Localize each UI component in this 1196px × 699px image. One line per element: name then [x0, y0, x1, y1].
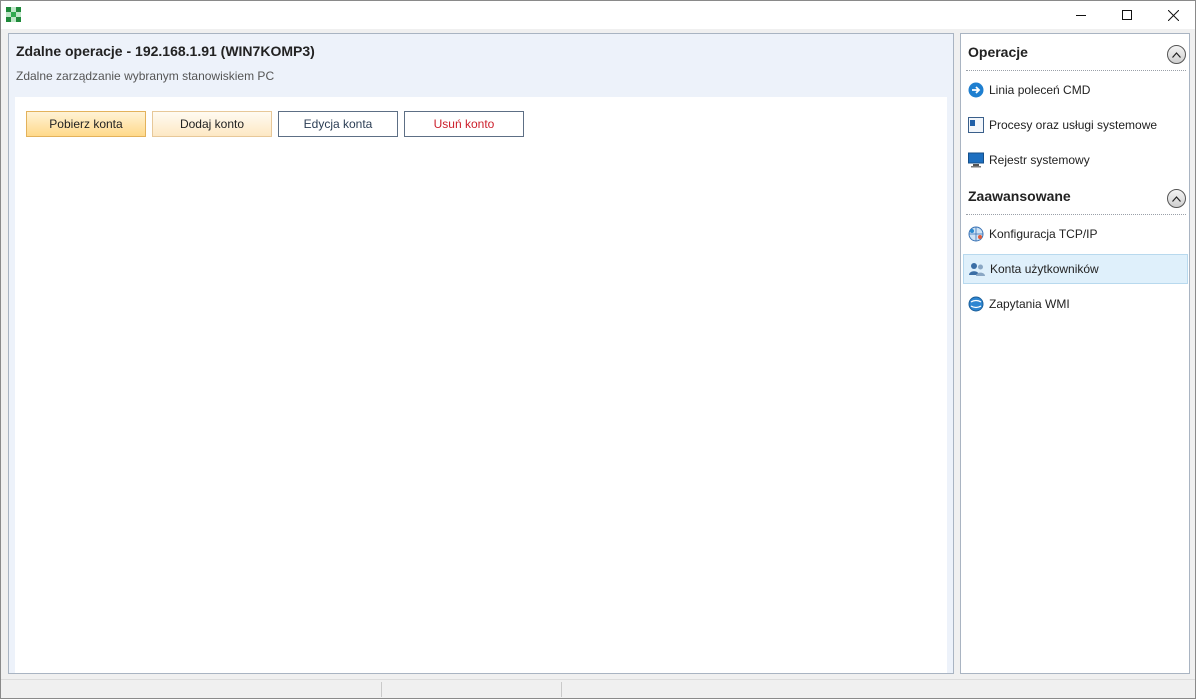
section-divider	[966, 214, 1186, 215]
status-separator	[561, 682, 562, 697]
sidebar-item-label: Rejestr systemowy	[989, 153, 1090, 167]
chevron-up-icon	[1172, 51, 1181, 58]
content-area	[9, 97, 953, 673]
minimize-button[interactable]	[1058, 1, 1104, 29]
collapse-button[interactable]	[1167, 189, 1186, 208]
close-button[interactable]	[1150, 1, 1196, 29]
minimize-icon	[1076, 15, 1086, 16]
main-header: Zdalne operacje - 192.168.1.91 (WIN7KOMP…	[9, 34, 953, 97]
edit-account-button[interactable]: Edycja konta	[278, 111, 398, 137]
section-operacje-header[interactable]: Operacje	[961, 34, 1189, 71]
sidebar-item-wmi[interactable]: Zapytania WMI	[963, 289, 1188, 319]
network-globe-icon	[967, 226, 984, 243]
sidebar-item-registry[interactable]: Rejestr systemowy	[963, 145, 1188, 175]
add-account-button[interactable]: Dodaj konto	[152, 111, 272, 137]
app-logo-icon	[6, 7, 21, 22]
sidebar-item-label: Linia poleceń CMD	[989, 83, 1091, 97]
section-title: Zaawansowane	[968, 188, 1071, 204]
page-title: Zdalne operacje - 192.168.1.91 (WIN7KOMP…	[16, 43, 315, 59]
app-window: Zdalne operacje - 192.168.1.91 (WIN7KOMP…	[0, 0, 1196, 699]
monitor-icon	[967, 152, 984, 169]
section-zaawansowane-header[interactable]: Zaawansowane	[961, 178, 1189, 215]
close-icon	[1167, 9, 1179, 21]
status-bar	[1, 679, 1195, 698]
collapse-button[interactable]	[1167, 45, 1186, 64]
sidebar-item-cmd[interactable]: Linia poleceń CMD	[963, 75, 1188, 105]
sidebar-item-label: Zapytania WMI	[989, 297, 1070, 311]
sidebar-item-label: Konfiguracja TCP/IP	[989, 227, 1098, 241]
sidebar-item-label: Konta użytkowników	[990, 262, 1099, 276]
section-divider	[966, 70, 1186, 71]
sidebar-item-user-accounts[interactable]: Konta użytkowników	[963, 254, 1188, 284]
delete-account-button[interactable]: Usuń konto	[404, 111, 524, 137]
title-bar[interactable]	[1, 1, 1195, 29]
status-separator	[381, 682, 382, 697]
maximize-icon	[1122, 10, 1132, 20]
process-window-icon	[967, 117, 984, 134]
page-subtitle: Zdalne zarządzanie wybranym stanowiskiem…	[16, 69, 275, 83]
sidebar-item-label: Procesy oraz usługi systemowe	[989, 118, 1158, 132]
arrow-right-icon	[967, 82, 984, 99]
users-icon	[968, 261, 985, 278]
main-panel: Zdalne operacje - 192.168.1.91 (WIN7KOMP…	[8, 33, 954, 674]
get-accounts-button[interactable]: Pobierz konta	[26, 111, 146, 137]
maximize-button[interactable]	[1104, 1, 1150, 29]
section-title: Operacje	[968, 44, 1028, 60]
sidebar-item-tcpip[interactable]: Konfiguracja TCP/IP	[963, 219, 1188, 249]
side-panel: Operacje Linia poleceń CMD Procesy oraz …	[960, 33, 1190, 674]
chevron-up-icon	[1172, 195, 1181, 202]
wmi-globe-icon	[967, 296, 984, 313]
sidebar-item-processes[interactable]: Procesy oraz usługi systemowe	[963, 110, 1188, 140]
